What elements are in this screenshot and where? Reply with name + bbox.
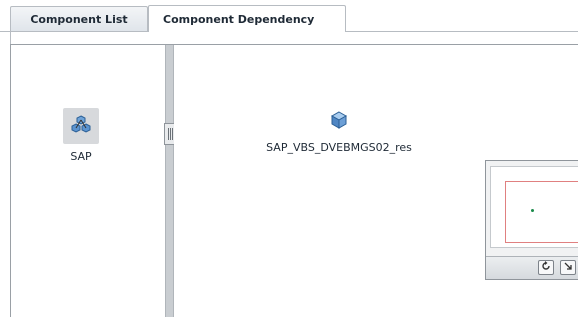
node-sap-vbs-resource[interactable]: SAP_VBS_DVEBMGS02_res <box>254 110 424 154</box>
tab-label: Component Dependency <box>163 12 315 26</box>
node-icon-container <box>329 110 349 132</box>
node-icon-container <box>63 108 99 144</box>
resize-button[interactable] <box>560 260 576 275</box>
resize-diagonal-icon <box>563 261 573 274</box>
refresh-icon <box>541 261 551 274</box>
overview-panel[interactable] <box>485 160 578 280</box>
cluster-icon <box>70 114 92 139</box>
tab-component-dependency[interactable]: Component Dependency <box>148 5 346 32</box>
tab-label: Component List <box>30 13 128 26</box>
overview-toolbar <box>486 256 578 279</box>
pane-splitter[interactable] <box>164 45 177 317</box>
left-pane: SAP <box>11 45 165 317</box>
tab-component-list[interactable]: Component List <box>10 6 148 32</box>
node-sap[interactable]: SAP <box>63 108 99 163</box>
panel-header-strip <box>10 32 578 44</box>
overview-node-dot <box>531 209 534 212</box>
cube-icon <box>330 110 348 132</box>
node-label: SAP_VBS_DVEBMGS02_res <box>266 141 412 154</box>
overview-viewport[interactable] <box>505 181 578 243</box>
node-label: SAP <box>70 150 92 163</box>
refresh-button[interactable] <box>538 260 554 275</box>
overview-canvas[interactable] <box>490 166 578 248</box>
